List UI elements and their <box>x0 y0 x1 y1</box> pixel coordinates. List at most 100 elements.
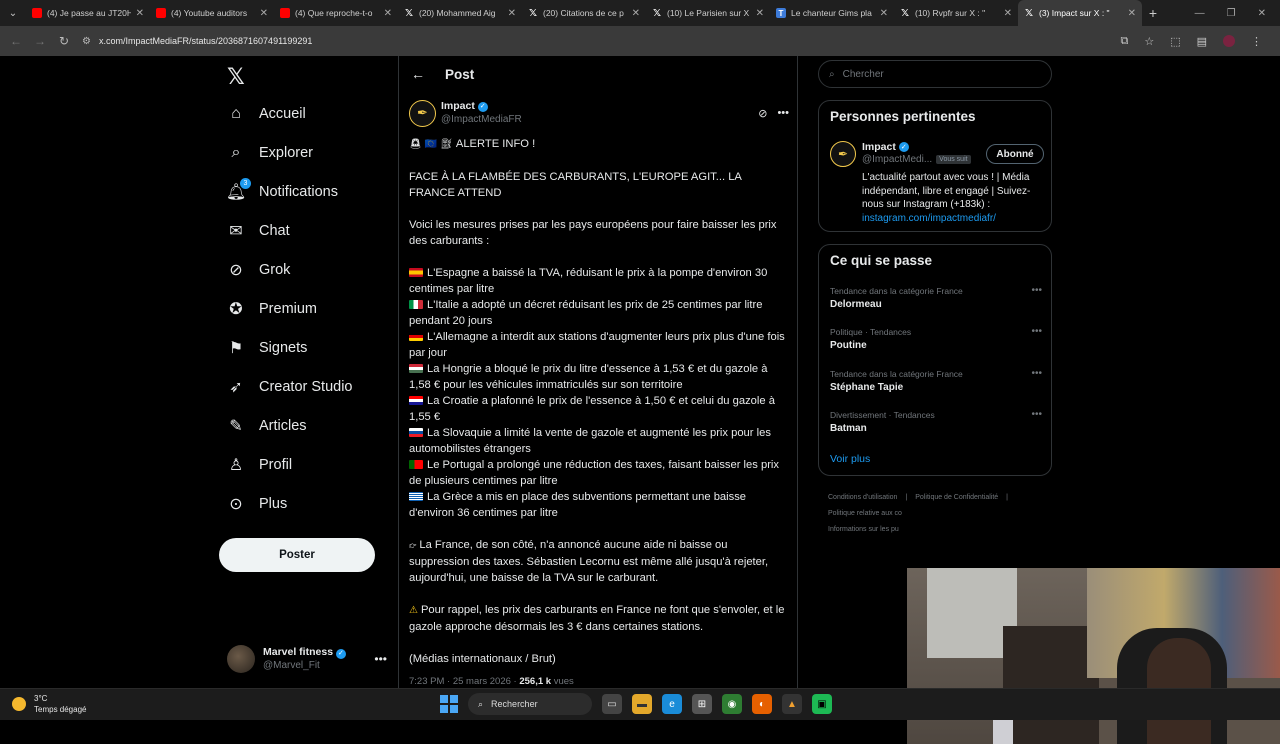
site-info-icon[interactable]: ⚙ <box>82 36 91 47</box>
search-icon: ⌕ <box>829 68 835 80</box>
more-options-icon[interactable]: ••• <box>1031 368 1042 379</box>
browser-tab[interactable]: 𝕏 (20) Mohammed Aig ✕ <box>398 0 522 26</box>
post-button[interactable]: Poster <box>219 538 375 572</box>
back-arrow-icon[interactable]: ← <box>411 66 425 82</box>
minimize-icon[interactable]: — <box>1195 8 1205 19</box>
nav-item-grok[interactable]: ⊘ Grok <box>227 255 290 285</box>
trend-item[interactable]: Tendance dans la catégorie France Delorm… <box>830 285 1042 312</box>
browser-tab[interactable]: (4) Je passe au JT20H ✕ <box>26 0 150 26</box>
more-options-icon[interactable]: ••• <box>777 107 789 120</box>
person-handle[interactable]: @ImpactMedi... Vous suit <box>862 154 971 165</box>
person-name[interactable]: Impact ✓ <box>862 141 909 153</box>
nav-item-accueil[interactable]: ⌂ Accueil <box>227 99 306 129</box>
maximize-icon[interactable]: ❐ <box>1227 8 1236 19</box>
trend-item[interactable]: Divertissement · Tendances Batman ••• <box>830 409 1042 436</box>
close-tab-icon[interactable]: ✕ <box>1004 8 1012 19</box>
search-input[interactable]: ⌕ Chercher <box>818 60 1052 88</box>
footer-link[interactable]: Informations sur les pu <box>828 526 899 533</box>
extensions-icon[interactable]: ⬚ <box>1170 35 1180 48</box>
file-explorer-icon[interactable]: ▬ <box>632 694 652 714</box>
close-tab-icon[interactable]: ✕ <box>880 8 888 19</box>
weather-widget[interactable]: 3°C Temps dégagé <box>12 693 86 715</box>
trend-item[interactable]: Politique · Tendances Poutine ••• <box>830 326 1042 353</box>
app-icon[interactable]: ▣ <box>812 694 832 714</box>
show-more-link[interactable]: Voir plus <box>830 453 870 465</box>
author-handle[interactable]: @ImpactMediaFR <box>441 113 522 126</box>
taskbar-search[interactable]: ⌕ Rechercher <box>468 693 592 715</box>
vlc-icon[interactable]: ▲ <box>782 694 802 714</box>
nav-item-articles[interactable]: ✎ Articles <box>227 411 306 441</box>
nav-item-signets[interactable]: ⚑ Signets <box>227 333 308 363</box>
browser-tab[interactable]: (4) Youtube auditors ✕ <box>150 0 274 26</box>
close-tab-icon[interactable]: ✕ <box>136 8 144 19</box>
croatia-flag-icon <box>409 396 423 405</box>
browser-tab[interactable]: T Le chanteur Gims pla ✕ <box>770 0 894 26</box>
close-tab-icon[interactable]: ✕ <box>632 8 640 19</box>
browser-tab[interactable]: 𝕏 (10) Rvpfr sur X : " ✕ <box>894 0 1018 26</box>
post-timestamp[interactable]: 7:23 PM · 25 mars 2026 · <box>409 676 517 687</box>
nav-item-explorer[interactable]: ⌕ Explorer <box>227 138 313 168</box>
task-view-icon[interactable]: ▭ <box>602 694 622 714</box>
notification-badge: 3 <box>240 178 251 189</box>
new-tab-icon[interactable]: + <box>1142 5 1164 21</box>
trend-category: Politique · Tendances <box>830 327 912 337</box>
author-avatar[interactable]: ✒ <box>409 99 436 127</box>
nav-item-plus[interactable]: ⊙ Plus <box>227 489 287 519</box>
close-tab-icon[interactable]: ✕ <box>260 8 268 19</box>
bookmark-icon: ⚑ <box>228 340 244 357</box>
sidebar-toggle-icon[interactable]: ▤ <box>1197 35 1207 48</box>
browser-tab[interactable]: (4) Que reproche-t-o ✕ <box>274 0 398 26</box>
close-window-icon[interactable]: ✕ <box>1258 8 1266 19</box>
list-item: La Slovaquie a limité la vente de gazole… <box>409 427 771 455</box>
close-tab-icon[interactable]: ✕ <box>508 8 516 19</box>
edge-icon[interactable]: e <box>662 694 682 714</box>
tab-list-chevron-icon[interactable]: ⌄ <box>0 0 26 26</box>
post-column: ← Post ✒ Impact ✓ @ImpactMediaFR ⊘ ••• 🚨︎… <box>398 56 798 688</box>
more-options-icon[interactable]: ••• <box>374 652 387 666</box>
close-tab-icon[interactable]: ✕ <box>756 8 764 19</box>
url-field[interactable]: ⚙ x.com/ImpactMediaFR/status/20368716074… <box>82 36 312 47</box>
list-item: La Grèce a mis en place des subventions … <box>409 491 747 519</box>
more-options-icon[interactable]: ••• <box>1031 409 1042 420</box>
nav-item-notifications[interactable]: 🔔︎ 3 Notifications <box>226 177 338 207</box>
start-icon[interactable] <box>440 695 458 713</box>
nav-item-chat[interactable]: ✉ Chat <box>227 216 289 246</box>
close-tab-icon[interactable]: ✕ <box>384 8 392 19</box>
more-options-icon[interactable]: ••• <box>1031 285 1042 296</box>
browser-menu-icon[interactable]: ⋮ <box>1251 35 1262 48</box>
bookmark-star-icon[interactable]: ☆ <box>1144 35 1154 48</box>
install-app-icon[interactable]: ⧉ <box>1120 35 1128 48</box>
more-options-icon[interactable]: ••• <box>1031 326 1042 337</box>
author-name[interactable]: Impact ✓ <box>441 100 522 113</box>
follow-button[interactable]: Abonné <box>986 144 1044 164</box>
x-logo-icon[interactable]: 𝕏 <box>227 64 245 90</box>
forward-icon[interactable]: → <box>28 34 52 48</box>
browser-tab-active[interactable]: 𝕏 (3) Impact sur X : " ✕ <box>1018 0 1142 26</box>
trend-category: Tendance dans la catégorie France <box>830 286 963 296</box>
reload-icon[interactable]: ↻ <box>52 34 76 48</box>
fuel-pump-icon: ⛽︎ <box>440 139 453 150</box>
footer-link[interactable]: Politique de Confidentialité <box>915 494 998 501</box>
bio-link[interactable]: instagram.com/impactmediafr/ <box>862 213 996 224</box>
chrome-icon[interactable]: ◉ <box>722 694 742 714</box>
eu-flag-icon: 🇪🇺 <box>424 139 438 150</box>
profile-avatar[interactable] <box>1223 35 1235 47</box>
browser-tab[interactable]: 𝕏 (10) Le Parisien sur X ✕ <box>646 0 770 26</box>
browser-tab[interactable]: 𝕏 (20) Citations de ce p ✕ <box>522 0 646 26</box>
nav-item-creator-studio[interactable]: ➶ Creator Studio <box>227 372 352 402</box>
firefox-icon[interactable]: ◐ <box>752 694 772 714</box>
post-text: 🚨︎ 🇪🇺 ⛽︎ ALERTE INFO ! FACE À LA FLAMBÉE DE… <box>409 136 789 667</box>
nav-item-profil[interactable]: ♙ Profil <box>227 450 292 480</box>
avatar[interactable]: ✒ <box>830 141 856 167</box>
store-icon[interactable]: ⊞ <box>692 694 712 714</box>
nav-item-premium[interactable]: ✪ Premium <box>227 294 317 324</box>
footer-link[interactable]: Conditions d'utilisation <box>828 494 897 501</box>
grok-explain-icon[interactable]: ⊘ <box>758 107 767 120</box>
account-switcher[interactable]: Marvel fitness ✓ @Marvel_Fit ••• <box>227 642 387 676</box>
nav-label: Signets <box>259 340 308 356</box>
close-tab-icon[interactable]: ✕ <box>1128 8 1136 19</box>
trend-item[interactable]: Tendance dans la catégorie France Stépha… <box>830 368 1042 395</box>
back-icon[interactable]: ← <box>4 34 28 48</box>
footer-link[interactable]: Politique relative aux co <box>828 510 902 517</box>
nav-label: Accueil <box>259 106 306 122</box>
